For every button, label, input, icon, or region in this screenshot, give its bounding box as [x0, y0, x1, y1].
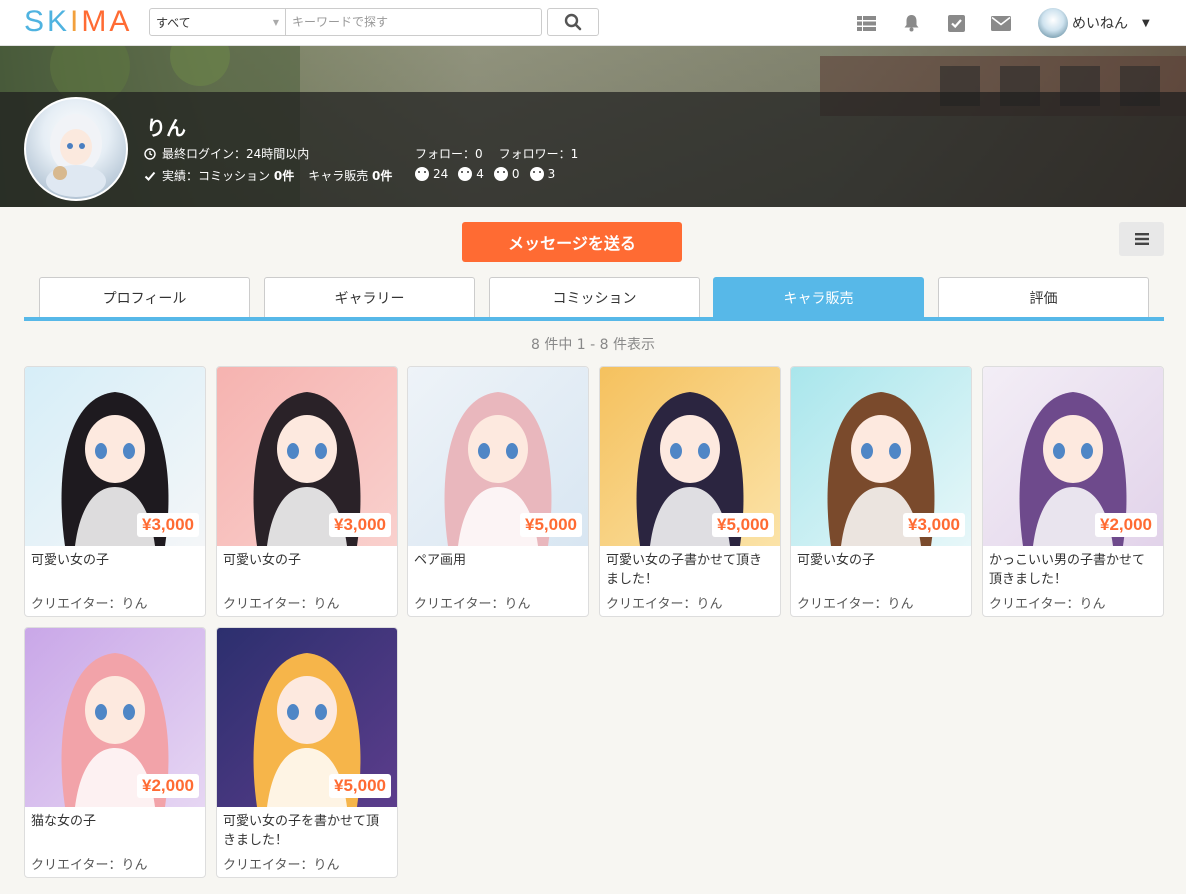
item-price: ¥5,000: [329, 774, 391, 798]
bad-face-icon: [529, 167, 544, 181]
send-message-button[interactable]: メッセージを送る: [462, 222, 682, 262]
item-title[interactable]: 可愛い女の子: [797, 551, 965, 570]
item-card[interactable]: ¥2,000 かっこいい男の子書かせて頂きました！ クリエイター：りん: [982, 366, 1164, 617]
logo-letter: K: [47, 5, 71, 38]
rating-summary: 24 4 0 3: [415, 167, 565, 181]
caret-down-icon: ▼: [1142, 17, 1150, 29]
neutral-face-icon: [493, 167, 508, 181]
item-card[interactable]: ¥3,000 可愛い女の子 クリエイター：りん: [24, 366, 206, 617]
clock-icon: [144, 147, 156, 160]
item-creator[interactable]: クリエイター：りん: [223, 854, 339, 873]
tab-reviews[interactable]: 評価: [938, 277, 1149, 317]
logo-letter: A: [109, 5, 133, 38]
top-header: SKIMA すべて ▼ キーワードで探す めいねん ▼: [0, 0, 1186, 46]
item-creator[interactable]: クリエイター：りん: [31, 593, 147, 612]
logo-letter: I: [70, 5, 82, 38]
item-title[interactable]: 可愛い女の子書かせて頂きました！: [606, 551, 774, 589]
user-name: めいねん: [1072, 16, 1128, 32]
user-avatar: [1038, 8, 1068, 38]
item-price: ¥2,000: [137, 774, 199, 798]
search-category-value: すべて: [156, 15, 191, 30]
chara-count: 0件: [372, 169, 393, 183]
search-button[interactable]: [547, 8, 599, 36]
rating-very-good: 24: [433, 167, 449, 181]
item-price: ¥3,000: [903, 513, 965, 537]
item-price: ¥3,000: [137, 513, 199, 537]
last-login: 最終ログイン：24時間以内: [144, 145, 309, 162]
good-face-icon: [458, 167, 473, 181]
profile-name: りん: [146, 116, 186, 140]
item-title[interactable]: 可愛い女の子を書かせて頂きました！: [223, 812, 391, 850]
item-card[interactable]: ¥3,000 可愛い女の子 クリエイター：りん: [216, 366, 398, 617]
follow-stats: フォロー：0 フォロワー：1: [415, 145, 578, 162]
search-icon: [564, 13, 582, 31]
item-title[interactable]: 猫な女の子: [31, 812, 199, 831]
logo-letter: M: [81, 5, 110, 38]
item-creator[interactable]: クリエイター：りん: [223, 593, 339, 612]
profile-cover: りん 最終ログイン：24時間以内 実績：コミッション 0件 キャラ販売 0件 フ…: [0, 46, 1186, 207]
rating-neutral: 0: [511, 167, 520, 181]
result-count: 8 件中 1 - 8 件表示: [530, 337, 656, 353]
item-price: ¥3,000: [329, 513, 391, 537]
item-card[interactable]: ¥5,000 可愛い女の子書かせて頂きました！ クリエイター：りん: [599, 366, 781, 617]
profile-tabs: プロフィール ギャラリー コミッション キャラ販売 評価: [24, 277, 1164, 321]
item-price: ¥2,000: [1095, 513, 1157, 537]
item-creator[interactable]: クリエイター：りん: [414, 593, 530, 612]
follow-count[interactable]: フォロー：0: [415, 145, 483, 162]
item-price: ¥5,000: [520, 513, 582, 537]
item-card[interactable]: ¥5,000 ペア画用 クリエイター：りん: [407, 366, 589, 617]
item-card[interactable]: ¥5,000 可愛い女の子を書かせて頂きました！ クリエイター：りん: [216, 627, 398, 878]
item-title[interactable]: 可愛い女の子: [31, 551, 199, 570]
bell-icon[interactable]: [901, 13, 921, 33]
search-bar: すべて ▼: [149, 8, 542, 36]
user-menu[interactable]: めいねん ▼: [1038, 8, 1150, 38]
achievements: 実績：コミッション 0件 キャラ販売 0件: [144, 167, 392, 184]
tab-gallery[interactable]: ギャラリー: [264, 277, 475, 317]
check-square-icon[interactable]: [946, 13, 966, 33]
item-price: ¥5,000: [712, 513, 774, 537]
commission-count: 0件: [273, 169, 295, 183]
chevron-down-icon: ▼: [272, 18, 279, 27]
menu-icon: [1134, 233, 1149, 245]
tab-profile[interactable]: プロフィール: [39, 277, 250, 317]
item-creator[interactable]: クリエイター：りん: [606, 593, 722, 612]
last-login-text: 最終ログイン：24時間以内: [162, 147, 310, 161]
hamburger-menu-button[interactable]: [1119, 222, 1164, 256]
item-card[interactable]: ¥3,000 可愛い女の子 クリエイター：りん: [790, 366, 972, 617]
rating-bad: 3: [547, 167, 556, 181]
check-icon: [144, 171, 156, 181]
item-card[interactable]: ¥2,000 猫な女の子 クリエイター：りん: [24, 627, 206, 878]
search-input[interactable]: [286, 9, 541, 35]
tab-chara-sale[interactable]: キャラ販売: [713, 277, 924, 317]
logo-letter: S: [24, 5, 48, 38]
item-creator[interactable]: クリエイター：りん: [797, 593, 913, 612]
item-creator[interactable]: クリエイター：りん: [31, 854, 147, 873]
search-category-select[interactable]: すべて ▼: [150, 9, 286, 35]
rating-good: 4: [476, 167, 484, 181]
item-title[interactable]: 可愛い女の子: [223, 551, 391, 570]
item-creator[interactable]: クリエイター：りん: [989, 593, 1105, 612]
follower-count[interactable]: フォロワー：1: [499, 145, 579, 162]
item-title[interactable]: かっこいい男の子書かせて頂きました！: [989, 551, 1157, 589]
skima-logo[interactable]: SKIMA: [24, 5, 132, 39]
very-good-face-icon: [415, 167, 429, 181]
profile-avatar: [24, 97, 128, 201]
tab-commission[interactable]: コミッション: [489, 277, 700, 317]
record-label: 実績：コミッション: [162, 169, 271, 183]
chara-label: キャラ販売: [308, 169, 369, 183]
item-title[interactable]: ペア画用: [414, 551, 582, 570]
grid-icon[interactable]: [856, 13, 876, 33]
mail-icon[interactable]: [991, 13, 1011, 33]
